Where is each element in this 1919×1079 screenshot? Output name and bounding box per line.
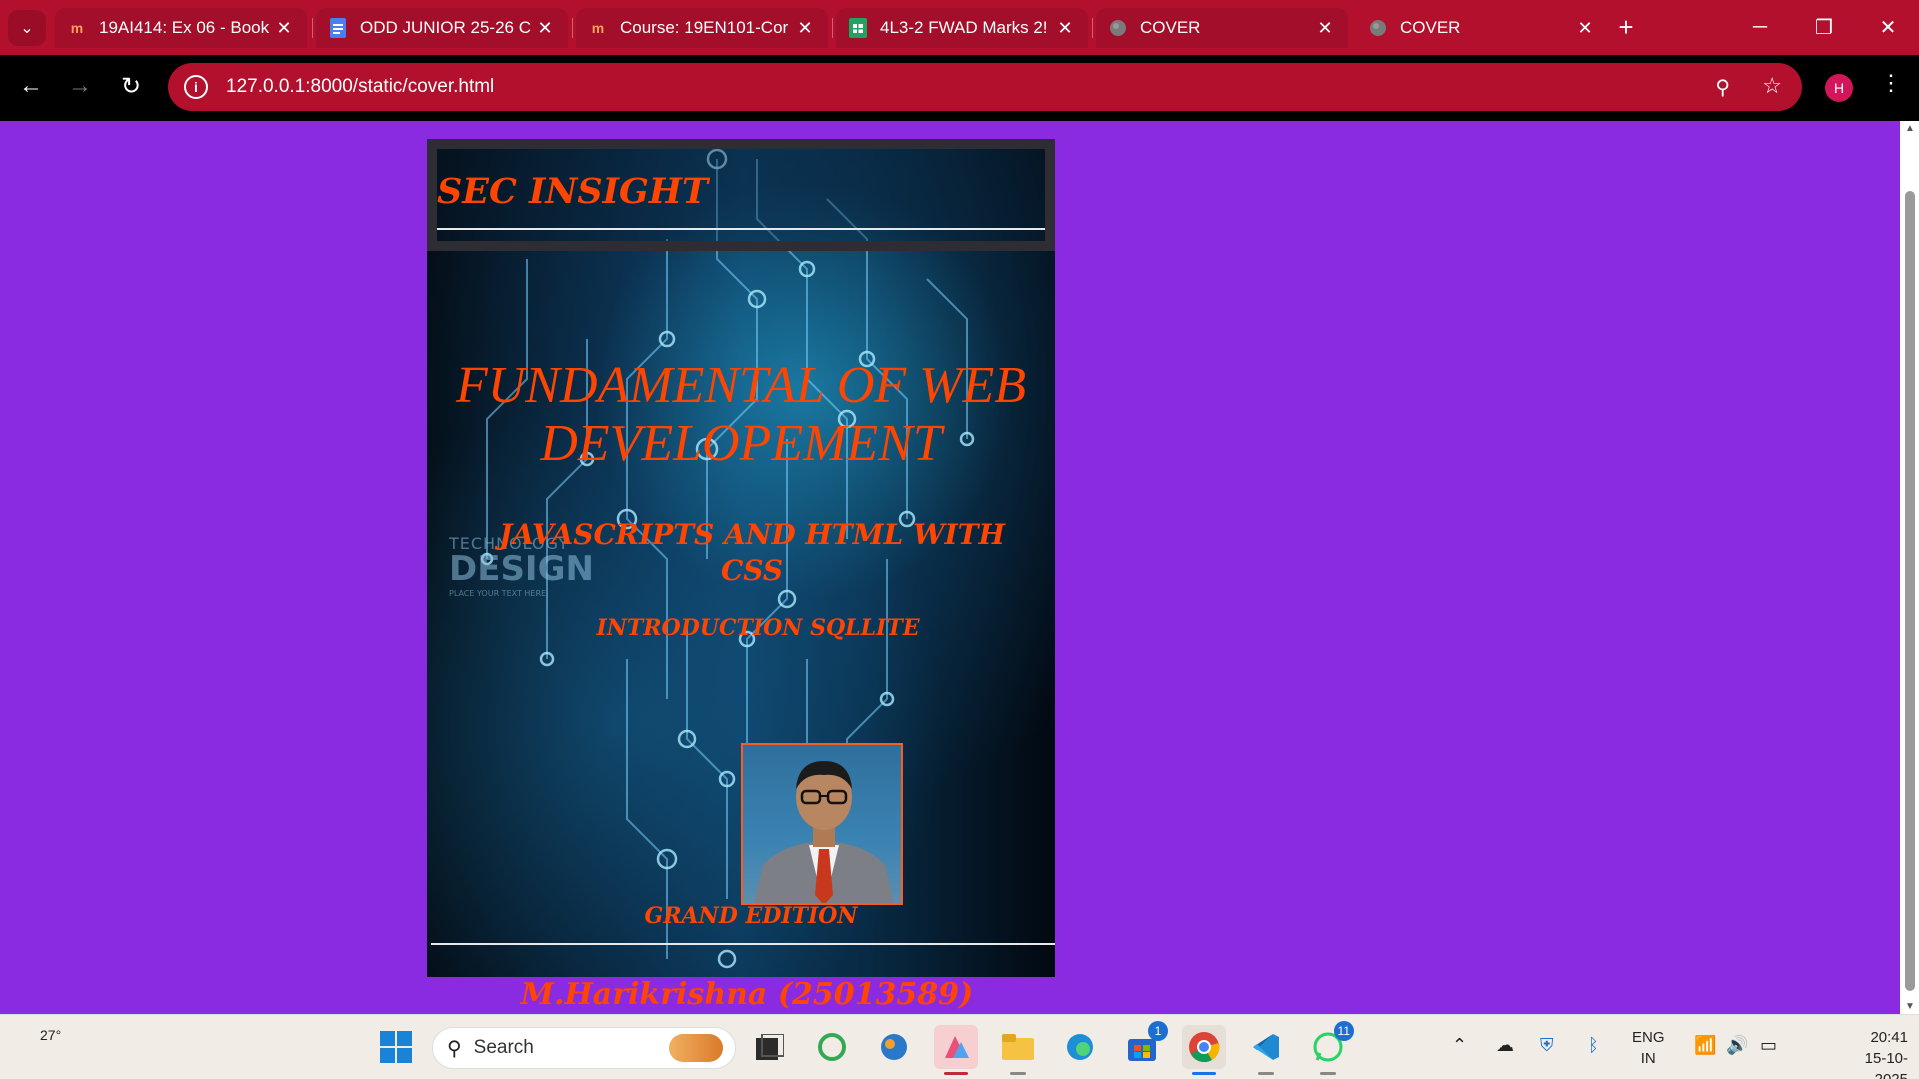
apps-icon[interactable] [872, 1025, 916, 1069]
scroll-up-icon[interactable]: ▲ [1904, 123, 1916, 134]
tab-title: COVER [1400, 18, 1461, 37]
onedrive-icon[interactable]: ☁ [1496, 1035, 1514, 1056]
tab-6-active[interactable]: COVER ✕ [1356, 8, 1608, 48]
tab-3[interactable]: m Course: 19EN101-Cor ✕ [576, 8, 828, 48]
back-button[interactable]: ← [14, 69, 48, 103]
forward-button[interactable]: → [63, 69, 97, 103]
close-icon[interactable]: ✕ [1574, 18, 1596, 39]
tab-4[interactable]: 4L3-2 FWAD Marks 2! ✕ [836, 8, 1088, 48]
language-indicator[interactable]: ENG IN [1632, 1027, 1665, 1069]
reload-button[interactable]: ↻ [114, 69, 148, 103]
tab-2[interactable]: ODD JUNIOR 25-26 C ✕ [316, 8, 568, 48]
author-photo [741, 743, 903, 905]
file-explorer-icon[interactable] [996, 1025, 1040, 1075]
edge-icon[interactable] [1058, 1025, 1102, 1069]
copilot-icon[interactable] [810, 1025, 854, 1069]
close-icon[interactable]: ✕ [1314, 18, 1336, 39]
search-icon: ⚲ [447, 1037, 462, 1060]
sheets-icon [848, 18, 868, 38]
battery-icon[interactable]: ▭ [1760, 1035, 1777, 1056]
close-window-button[interactable]: ✕ [1856, 0, 1919, 55]
tab-title: ODD JUNIOR 25-26 C [360, 18, 531, 37]
cover-header: SEC INSIGHT [427, 139, 1055, 251]
profile-avatar[interactable]: H [1825, 74, 1853, 102]
start-button[interactable] [374, 1025, 418, 1069]
book-title: FUNDAMENTAL OF WEB DEVELOPEMENT [455, 357, 1027, 472]
taskbar: 27° ⚲ Search 1 11 ⌃ ☁ ⛨ ᛒ ENG IN 📶 🔊 ▭ 2… [0, 1014, 1919, 1079]
whatsapp-icon[interactable]: 11 [1306, 1021, 1354, 1075]
scroll-down-icon[interactable]: ▼ [1904, 1001, 1916, 1012]
moodle-icon: m [70, 20, 84, 36]
weather-widget[interactable]: 27° [40, 1027, 61, 1043]
security-shield-icon[interactable]: ⛨ [1540, 1035, 1554, 1056]
chevron-up-icon[interactable]: ⌃ [1452, 1035, 1467, 1056]
tab-title: Course: 19EN101-Cor [620, 18, 789, 37]
task-view-icon[interactable] [748, 1025, 792, 1069]
vertical-scrollbar[interactable]: ▲ ▼ [1900, 121, 1919, 1014]
moodle-icon: m [591, 20, 605, 36]
close-icon[interactable]: ✕ [273, 18, 295, 39]
store-icon[interactable]: 1 [1120, 1021, 1168, 1069]
address-bar[interactable]: i 127.0.0.1:8000/static/cover.html ⚲ ☆ [168, 63, 1802, 111]
scrollbar-thumb[interactable] [1905, 191, 1915, 991]
chrome-icon[interactable] [1182, 1025, 1226, 1075]
book-cover: TECHNOLOGY DESIGN PLACE YOUR TEXT HERE S… [427, 139, 1055, 977]
browser-menu-icon[interactable]: ⋮ [1880, 70, 1902, 104]
globe-icon [1108, 18, 1128, 38]
globe-icon [1368, 18, 1388, 38]
bookmark-star-icon[interactable]: ☆ [1762, 73, 1782, 99]
book-subtitle: JAVASCRIPTS AND HTML WITH CSS [499, 518, 1005, 587]
restore-button[interactable]: ❐ [1792, 0, 1856, 55]
site-info-icon[interactable]: i [184, 75, 208, 99]
zoom-icon[interactable]: ⚲ [1715, 75, 1730, 100]
taskbar-search[interactable]: ⚲ Search [432, 1027, 736, 1069]
close-icon[interactable]: ✕ [1054, 18, 1076, 39]
url-text[interactable]: 127.0.0.1:8000/static/cover.html [226, 76, 494, 98]
close-icon[interactable]: ✕ [794, 18, 816, 39]
tab-strip: ⌄ m 19AI414: Ex 06 - Book ✕ ODD JUNIOR 2… [0, 0, 1919, 55]
header-title: SEC INSIGHT [437, 171, 709, 212]
windows-icon [380, 1031, 412, 1063]
page-viewport: TECHNOLOGY DESIGN PLACE YOUR TEXT HERE S… [0, 121, 1900, 1014]
tab-1[interactable]: m 19AI414: Ex 06 - Book ✕ [55, 8, 307, 48]
system-clock[interactable]: 20:41 15-10-2025 [1840, 1027, 1908, 1079]
footer-divider [431, 943, 1055, 945]
minimize-button[interactable]: ─ [1728, 0, 1792, 55]
notification-badge: 11 [1333, 1021, 1354, 1041]
volume-icon[interactable]: 🔊 [1726, 1035, 1748, 1056]
author-name: M.Harikrishna (25013589) [520, 977, 974, 1012]
close-icon[interactable]: ✕ [534, 18, 556, 39]
tab-title: 4L3-2 FWAD Marks 2! [880, 18, 1048, 37]
tab-title: 19AI414: Ex 06 - Book [99, 18, 270, 37]
wifi-icon[interactable]: 📶 [1694, 1035, 1716, 1056]
bluetooth-icon[interactable]: ᛒ [1588, 1035, 1599, 1056]
edition-label: GRAND EDITION [644, 903, 858, 929]
new-tab-button[interactable]: + [1612, 14, 1640, 42]
toolbar: ← → ↻ i 127.0.0.1:8000/static/cover.html… [0, 55, 1919, 121]
search-highlight-image [669, 1034, 723, 1062]
docs-icon [328, 18, 348, 38]
photos-icon[interactable] [934, 1025, 978, 1075]
header-divider [437, 228, 1045, 230]
vscode-icon[interactable] [1244, 1025, 1288, 1075]
notification-badge: 1 [1148, 1021, 1168, 1041]
tab-search-button[interactable]: ⌄ [8, 10, 46, 46]
tab-title: COVER [1140, 18, 1201, 37]
tab-5[interactable]: COVER ✕ [1096, 8, 1348, 48]
book-topic: INTRODUCTION SQLLITE [596, 615, 920, 641]
